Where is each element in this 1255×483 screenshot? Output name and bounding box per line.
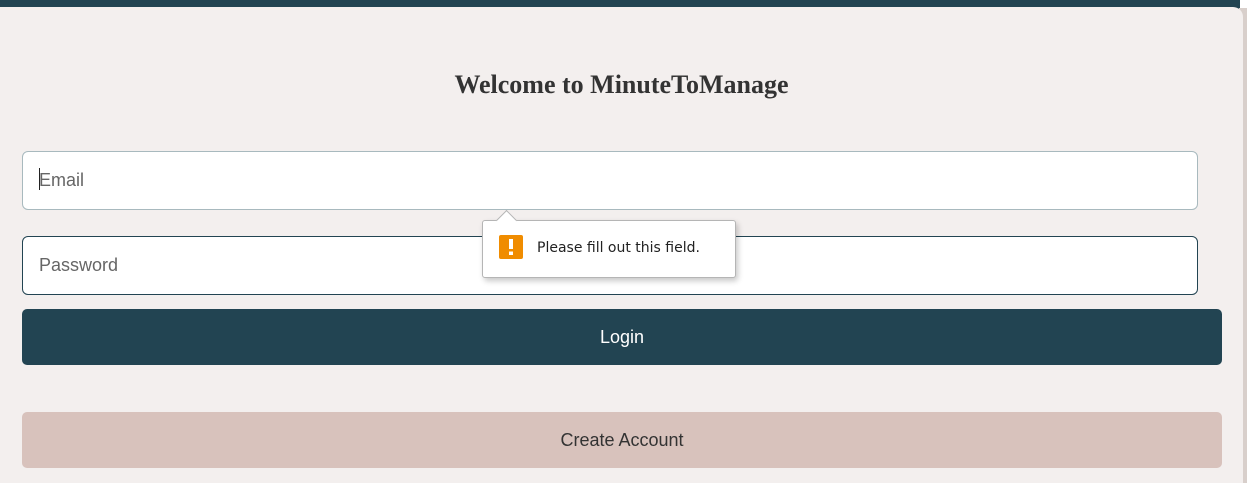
validation-tooltip: Please fill out this field. (482, 209, 736, 278)
page-title: Welcome to MinuteToManage (454, 70, 789, 99)
email-field[interactable] (22, 151, 1198, 210)
warning-icon (499, 235, 523, 259)
text-caret (39, 168, 40, 190)
login-button[interactable]: Login (22, 309, 1222, 365)
create-account-button[interactable]: Create Account (22, 412, 1222, 468)
validation-message: Please fill out this field. (537, 240, 700, 256)
